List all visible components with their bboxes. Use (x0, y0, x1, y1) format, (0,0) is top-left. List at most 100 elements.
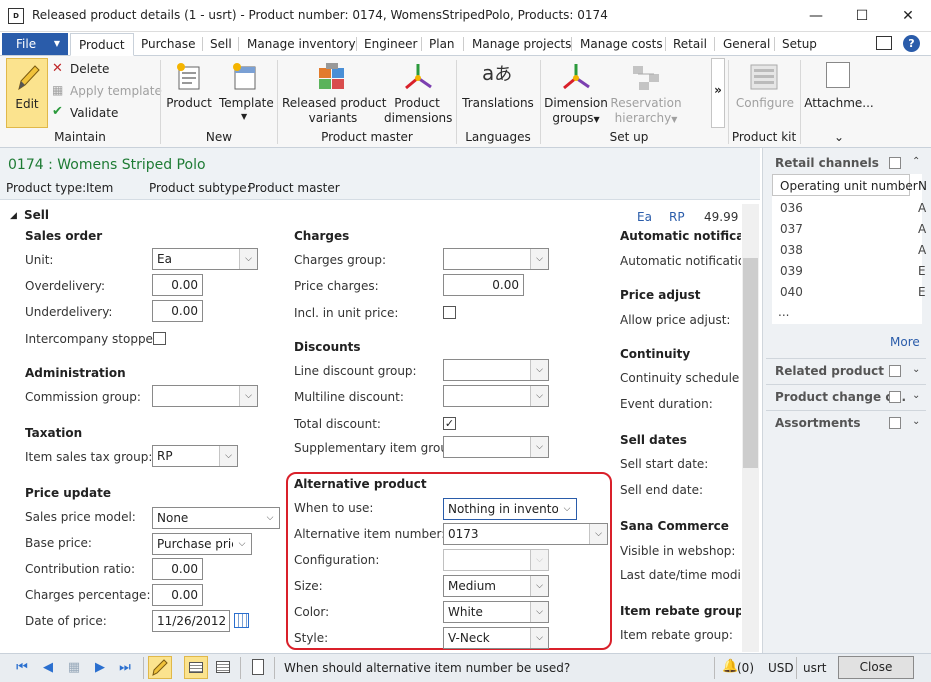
color-dropdown[interactable]: White ⌵ (443, 601, 549, 623)
edit-button[interactable]: Edit (6, 58, 48, 128)
tab-engineer[interactable]: Engineer (356, 33, 425, 56)
list-item[interactable]: 037 (780, 222, 803, 236)
reservation-hierarchy-button[interactable]: Reservation hierarchy▼ (610, 96, 682, 127)
chevron-down-icon[interactable]: ⌄ (912, 416, 920, 427)
list-item[interactable]: 036 (780, 201, 803, 215)
tab-retail[interactable]: Retail (665, 33, 715, 56)
tab-plan[interactable]: Plan (421, 33, 463, 56)
collapse-triangle-icon[interactable]: ◢ (10, 211, 17, 221)
price-update-title: Price update (25, 486, 111, 500)
close-button[interactable]: Close (838, 656, 914, 679)
tab-sell[interactable]: Sell (202, 33, 240, 56)
sell-section-title[interactable]: Sell (24, 208, 49, 222)
dimension-groups-button[interactable]: Dimension groups▼ (544, 96, 608, 127)
factbox-options-icon[interactable] (889, 365, 901, 377)
charges-group-dropdown[interactable]: ⌵ (443, 248, 549, 270)
name-column-header[interactable]: N (918, 179, 927, 193)
chevron-up-icon[interactable]: ⌃ (912, 156, 920, 167)
tab-manage-inventory[interactable]: Manage inventory (239, 33, 364, 56)
when-to-use-dropdown[interactable]: Nothing in inventory ⌵ (443, 498, 577, 520)
grid-view-icon[interactable]: ▦ (66, 660, 82, 676)
grid-list-icon[interactable] (216, 661, 230, 673)
product-change-factbox[interactable]: Product change c... (775, 390, 906, 404)
tab-general[interactable]: General (715, 33, 778, 56)
intercompany-stopped-checkbox[interactable] (153, 332, 166, 345)
related-product-factbox[interactable]: Related product ... (775, 364, 902, 378)
underdelivery-input[interactable]: 0.00 (152, 300, 203, 322)
factbox-options-icon[interactable] (889, 157, 901, 169)
commission-group-dropdown[interactable]: ⌵ (152, 385, 258, 407)
first-record-icon[interactable]: ⏮ (14, 660, 30, 676)
contribution-ratio-input[interactable]: 0.00 (152, 558, 203, 580)
list-item[interactable]: 040 (780, 285, 803, 299)
configure-button[interactable]: Configure (734, 96, 796, 111)
operating-unit-column-header[interactable]: Operating unit number (780, 179, 918, 193)
incl-unit-price-checkbox[interactable] (443, 306, 456, 319)
new-product-icon (174, 62, 204, 95)
bell-icon[interactable]: 🔔 (722, 659, 738, 674)
file-tab[interactable]: File ▼ (2, 33, 68, 55)
configuration-dropdown[interactable]: ⌵ (443, 549, 549, 571)
attachments-button[interactable]: Attachme... (804, 96, 874, 111)
status-separator (274, 657, 275, 679)
ribbon-overflow-button[interactable]: » (711, 58, 725, 128)
more-link[interactable]: More (890, 335, 920, 349)
panel-toggle-icon[interactable] (876, 36, 892, 50)
product-dimensions-button[interactable]: Product dimensions (384, 96, 452, 126)
apply-template-button[interactable]: Apply template (70, 84, 162, 99)
retail-channels-title[interactable]: Retail channels (775, 156, 879, 170)
list-item-extra: E (918, 264, 926, 278)
supplementary-item-dropdown[interactable]: ⌵ (443, 436, 549, 458)
close-window-button[interactable]: ✕ (885, 4, 931, 28)
notification-count[interactable]: (0) (737, 661, 754, 675)
list-item[interactable]: 038 (780, 243, 803, 257)
chevron-down-icon[interactable]: ⌄ (912, 364, 920, 375)
tab-product[interactable]: Product (70, 33, 134, 56)
line-discount-dropdown[interactable]: ⌵ (443, 359, 549, 381)
attachment-icon[interactable] (252, 659, 264, 675)
alternative-item-number-dropdown[interactable]: 0173 ⌵ (443, 523, 608, 545)
tab-setup[interactable]: Setup (774, 33, 825, 56)
last-record-icon[interactable]: ⏭ (117, 660, 133, 676)
sales-price-model-dropdown[interactable]: None ⌵ (152, 507, 280, 529)
help-icon[interactable]: ? (903, 35, 920, 52)
list-item[interactable]: 039 (780, 264, 803, 278)
multiline-discount-dropdown[interactable]: ⌵ (443, 385, 549, 407)
factbox-options-icon[interactable] (889, 391, 901, 403)
factbox-options-icon[interactable] (889, 417, 901, 429)
list-item-extra: A (918, 243, 927, 257)
item-sales-tax-dropdown[interactable]: RP ⌵ (152, 445, 238, 467)
total-discount-checkbox[interactable]: ✓ (443, 417, 456, 430)
tab-purchase[interactable]: Purchase (133, 33, 204, 56)
chevron-down-icon[interactable]: ⌄ (912, 390, 920, 401)
attachments-group-caret[interactable]: ⌄ (804, 130, 874, 144)
price-charges-input[interactable]: 0.00 (443, 274, 524, 296)
tab-manage-projects[interactable]: Manage projects (464, 33, 579, 56)
details-view-button[interactable] (184, 656, 208, 679)
assortments-factbox[interactable]: Assortments (775, 416, 861, 430)
template-button[interactable]: Template (219, 96, 274, 111)
size-dropdown[interactable]: Medium ⌵ (443, 575, 549, 597)
previous-record-icon[interactable]: ◀ (40, 660, 56, 676)
style-dropdown[interactable]: V-Neck ⌵ (443, 627, 549, 649)
scrollbar-thumb[interactable] (743, 258, 758, 468)
delete-button[interactable]: Delete (70, 62, 109, 77)
charges-percentage-input[interactable]: 0.00 (152, 584, 203, 606)
unit-dropdown[interactable]: Ea ⌵ (152, 248, 258, 270)
overdelivery-input[interactable]: 0.00 (152, 274, 203, 296)
edit-mode-button[interactable] (148, 656, 172, 679)
company-indicator[interactable]: usrt (803, 661, 827, 675)
translations-button[interactable]: Translations (460, 96, 536, 111)
validate-button[interactable]: Validate (70, 106, 118, 121)
base-price-dropdown[interactable]: Purchase price ⌵ (152, 533, 252, 555)
ribbon-separator (277, 60, 278, 144)
calendar-icon[interactable] (234, 613, 249, 628)
currency-indicator[interactable]: USD (768, 661, 794, 675)
minimize-button[interactable]: — (793, 4, 839, 28)
tab-manage-costs[interactable]: Manage costs (572, 33, 671, 56)
date-of-price-input[interactable]: 11/26/2012 (152, 610, 230, 632)
new-product-button[interactable]: Product (166, 96, 212, 111)
next-record-icon[interactable]: ▶ (92, 660, 108, 676)
maximize-button[interactable]: ☐ (839, 4, 885, 28)
released-product-variants-button[interactable]: Released product variants (282, 96, 386, 126)
